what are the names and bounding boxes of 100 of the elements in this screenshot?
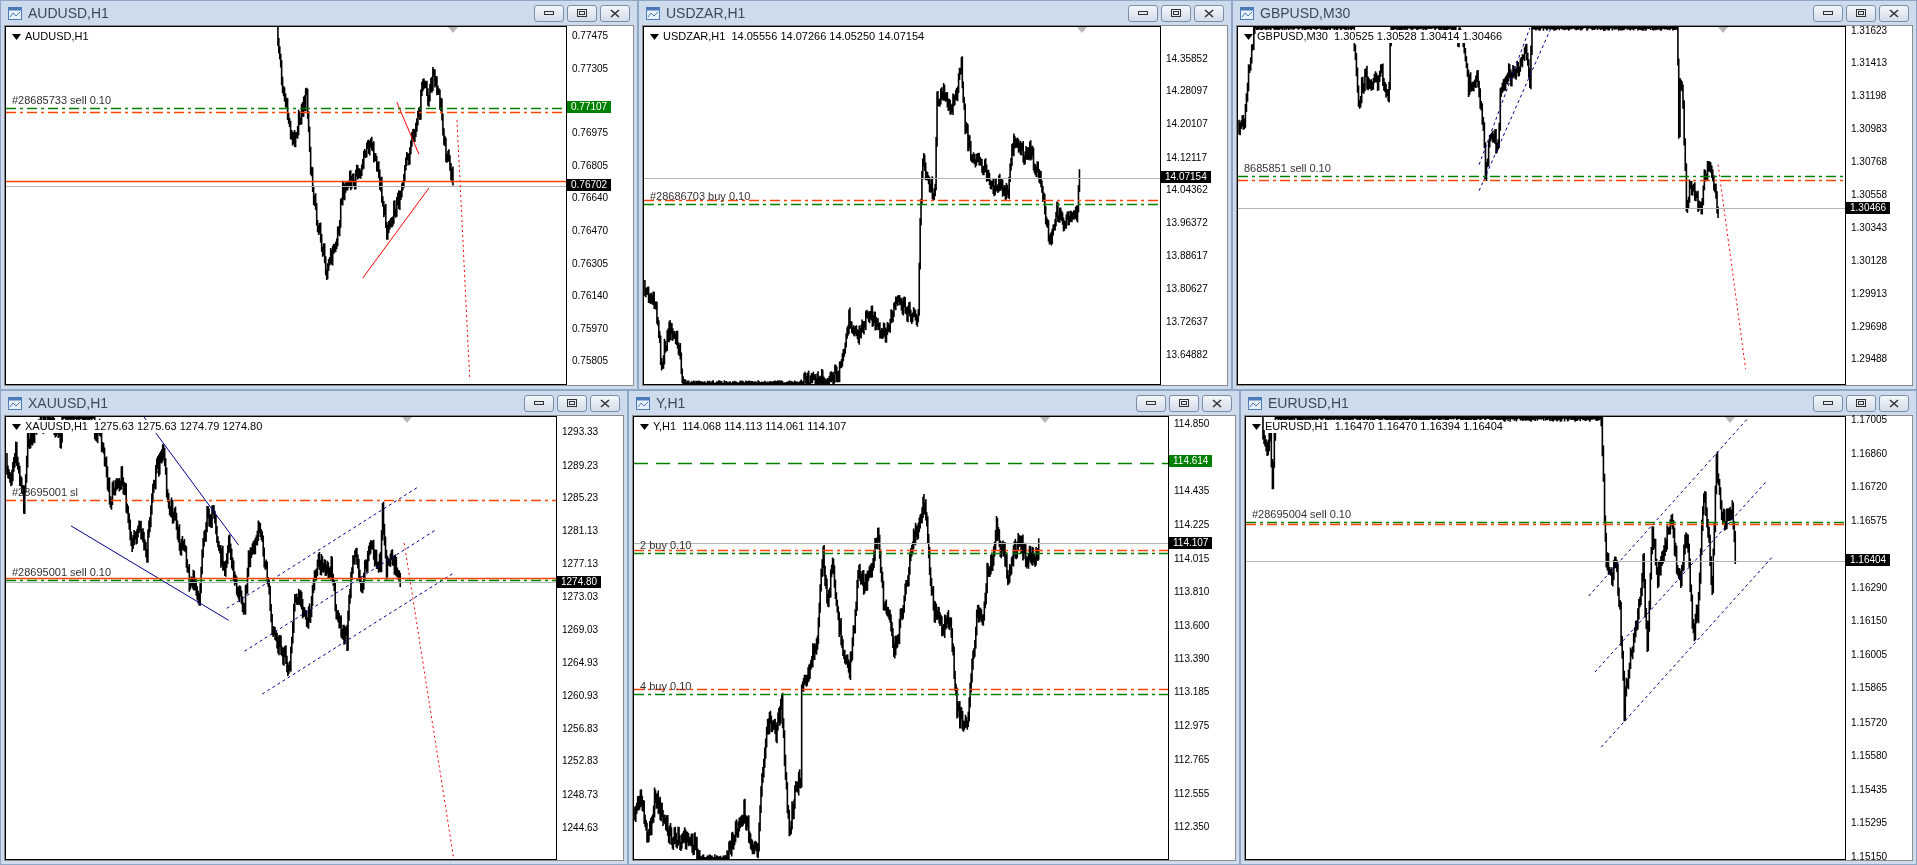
price-tick: 1.30983	[1851, 122, 1888, 134]
dropdown-triangle-icon	[1244, 33, 1253, 40]
price-tick: 1.30558	[1851, 188, 1888, 200]
chart-icon	[646, 6, 660, 20]
price-badge: 0.76702	[567, 179, 612, 192]
minimize-button[interactable]	[1136, 394, 1166, 412]
close-button[interactable]	[600, 4, 630, 22]
close-icon	[1889, 8, 1899, 18]
price-badge: 114.614	[1169, 455, 1213, 468]
price-badge: 114.107	[1169, 536, 1213, 549]
close-icon	[600, 398, 610, 408]
price-tick: 14.20107	[1166, 117, 1208, 129]
close-button[interactable]	[590, 394, 620, 412]
minimize-button[interactable]	[1813, 4, 1843, 22]
order-label: #28685733 sell 0.10	[12, 93, 112, 106]
minimize-button[interactable]	[534, 4, 564, 22]
price-tick: 114.015	[1174, 552, 1210, 564]
close-button[interactable]	[1194, 4, 1224, 22]
restore-button[interactable]	[1161, 4, 1191, 22]
price-tick: 1285.23	[562, 491, 599, 503]
order-label: #28695001 sell 0.10	[12, 565, 112, 578]
price-tick: 1293.33	[562, 425, 599, 437]
minimize-button[interactable]	[524, 394, 554, 412]
price-tick: 1.16575	[1851, 514, 1888, 526]
restore-button[interactable]	[567, 4, 597, 22]
order-label: 2 buy 0.10	[640, 538, 692, 551]
price-tick: 0.76805	[572, 159, 609, 171]
price-tick: 14.35852	[1166, 52, 1208, 64]
price-tick: 0.75970	[572, 322, 609, 334]
restore-icon	[567, 399, 577, 407]
price-tick: 112.975	[1174, 719, 1210, 731]
close-button[interactable]	[1879, 394, 1909, 412]
price-tick: 1.15295	[1851, 816, 1888, 828]
window-title: AUDUSD,H1	[28, 3, 109, 23]
price-tick: 14.12117	[1166, 151, 1207, 163]
chart-icon	[636, 396, 650, 410]
price-tick: 1.16005	[1851, 648, 1888, 660]
price-tick: 0.76640	[572, 191, 609, 203]
close-button[interactable]	[1879, 4, 1909, 22]
price-tick: 1.16860	[1851, 447, 1888, 459]
price-tick: 1252.83	[562, 754, 599, 766]
price-tick: 1281.13	[562, 524, 599, 536]
restore-icon	[1179, 399, 1189, 407]
restore-button[interactable]	[1169, 394, 1199, 412]
price-tick: 1.16290	[1851, 581, 1888, 593]
price-tick: 0.76305	[572, 257, 609, 269]
minimize-button[interactable]	[1128, 4, 1158, 22]
price-tick: 1.31623	[1851, 24, 1888, 36]
minimize-icon	[1138, 11, 1148, 15]
price-tick: 0.76470	[572, 225, 609, 236]
price-badge: 1.30466	[1846, 201, 1891, 214]
price-tick: 13.64882	[1166, 348, 1208, 360]
window-title: GBPUSD,M30	[1260, 3, 1351, 23]
price-badge: 1.16404	[1846, 554, 1891, 567]
dropdown-triangle-icon	[12, 33, 21, 40]
price-tick: 14.04362	[1166, 183, 1208, 195]
price-tick: 112.555	[1174, 787, 1210, 799]
dropdown-triangle-icon	[1252, 423, 1261, 430]
price-tick: 14.28097	[1166, 84, 1208, 96]
minimize-button[interactable]	[1813, 394, 1843, 412]
chart-info: AUDUSD,H1	[25, 30, 89, 43]
price-tick: 1.16720	[1851, 480, 1888, 492]
dropdown-triangle-icon	[650, 33, 659, 40]
close-button[interactable]	[1202, 394, 1232, 412]
restore-icon	[1856, 9, 1866, 17]
price-tick: 113.390	[1174, 652, 1210, 664]
window-title: USDZAR,H1	[666, 3, 746, 23]
price-tick: 1244.63	[562, 821, 599, 833]
restore-icon	[577, 9, 587, 17]
trend-line	[396, 101, 420, 155]
shift-marker-icon	[1039, 417, 1050, 423]
shift-marker-icon	[1725, 417, 1736, 423]
chart-icon	[8, 6, 22, 20]
price-tick: 1.15150	[1851, 850, 1888, 862]
close-icon	[1204, 8, 1214, 18]
restore-button[interactable]	[1846, 394, 1876, 412]
chart-info: EURUSD,H1 1.16470 1.16470 1.16394 1.16404	[1265, 420, 1503, 433]
price-tick: 13.80627	[1166, 282, 1208, 294]
dropdown-triangle-icon	[12, 423, 21, 430]
price-tick: 1.30343	[1851, 221, 1888, 233]
price-tick: 1256.83	[562, 722, 599, 734]
shift-marker-icon	[1077, 27, 1088, 33]
price-tick: 113.600	[1174, 619, 1210, 630]
order-label: #28695004 sell 0.10	[1252, 507, 1352, 520]
price-tick: 114.225	[1174, 518, 1210, 530]
price-badge: 14.07154	[1161, 171, 1211, 184]
dropdown-triangle-icon	[640, 423, 649, 430]
price-tick: 114.850	[1174, 417, 1210, 429]
restore-icon	[1171, 9, 1181, 17]
shift-marker-icon	[448, 27, 459, 33]
price-tick: 114.435	[1174, 484, 1210, 496]
price-tick: 1.15435	[1851, 783, 1888, 795]
chart-info: XAUUSD,H1 1275.63 1275.63 1274.79 1274.80	[25, 420, 263, 433]
restore-button[interactable]	[557, 394, 587, 412]
chart-info: USDZAR,H1 14.05556 14.07266 14.05250 14.07154	[663, 30, 925, 43]
price-tick: 0.76140	[572, 289, 609, 301]
shift-marker-icon	[1717, 27, 1728, 33]
restore-button[interactable]	[1846, 4, 1876, 22]
price-tick: 1277.13	[562, 557, 599, 569]
price-tick: 1289.23	[562, 459, 599, 471]
